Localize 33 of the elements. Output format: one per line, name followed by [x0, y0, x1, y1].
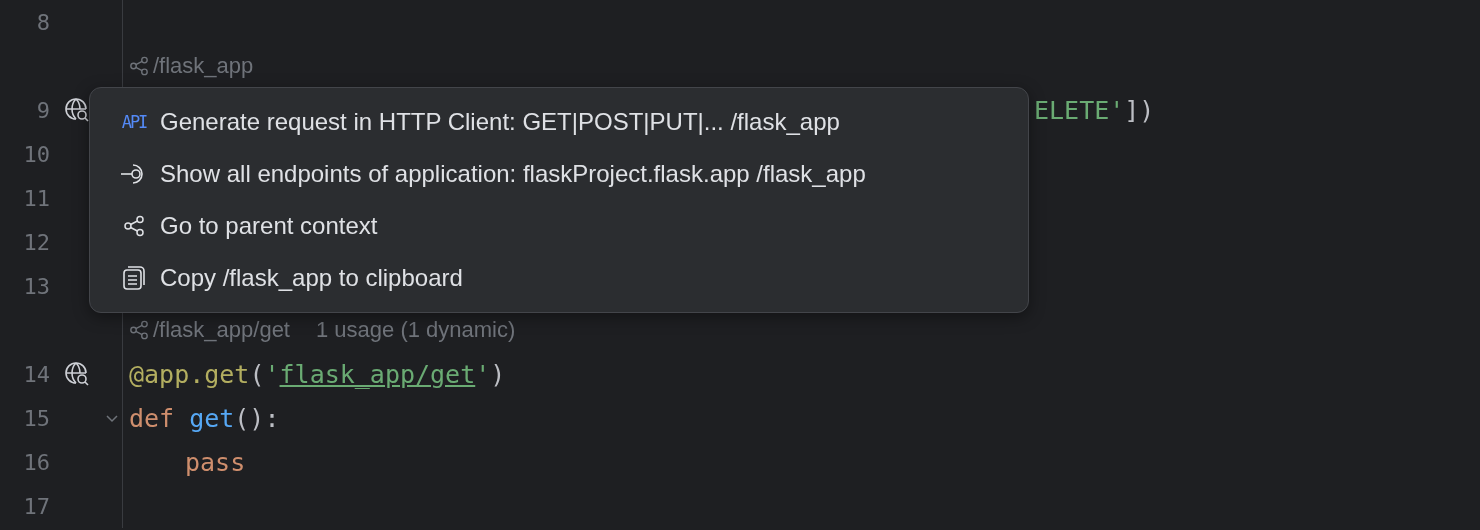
- code-token: ': [264, 359, 280, 389]
- menu-item[interactable]: Show all endpoints of application: flaskProject.flask.app /flask_app: [160, 160, 866, 188]
- code-token: pass: [185, 447, 246, 477]
- code-token: (: [249, 359, 265, 389]
- line-number: 11: [22, 185, 50, 211]
- globe-search-icon[interactable]: [64, 97, 90, 123]
- share-icon: [129, 320, 149, 340]
- line-number: 15: [22, 405, 50, 431]
- globe-search-icon[interactable]: [64, 361, 90, 387]
- code-token: ():: [234, 403, 280, 433]
- code-token: @app.get: [129, 359, 250, 389]
- line-number: 16: [22, 449, 50, 475]
- code-token: get: [189, 403, 235, 433]
- line-number: 12: [22, 229, 50, 255]
- line-number: 14: [22, 361, 50, 387]
- code-token: ': [475, 359, 491, 389]
- menu-item[interactable]: Copy /flask_app to clipboard: [160, 264, 463, 292]
- line-number: 13: [22, 273, 50, 299]
- line-number: 17: [22, 493, 50, 519]
- line-number: 9: [35, 97, 50, 123]
- share-icon: [129, 56, 149, 76]
- copy-icon: [122, 265, 146, 291]
- api-label: API: [120, 112, 148, 132]
- code-token: def: [129, 403, 175, 433]
- menu-item[interactable]: Generate request in HTTP Client: GET|POST|PUT|... /flask_app: [160, 108, 840, 136]
- code-token: ELETE': [1034, 95, 1125, 125]
- code-token: ): [490, 359, 506, 389]
- code-token: ]): [1124, 95, 1155, 125]
- line-number: 8: [35, 9, 50, 35]
- line-number: 10: [22, 141, 50, 167]
- share-icon: [123, 215, 145, 237]
- url-link[interactable]: flask_app/get: [279, 359, 476, 389]
- menu-item[interactable]: Go to parent context: [160, 212, 378, 240]
